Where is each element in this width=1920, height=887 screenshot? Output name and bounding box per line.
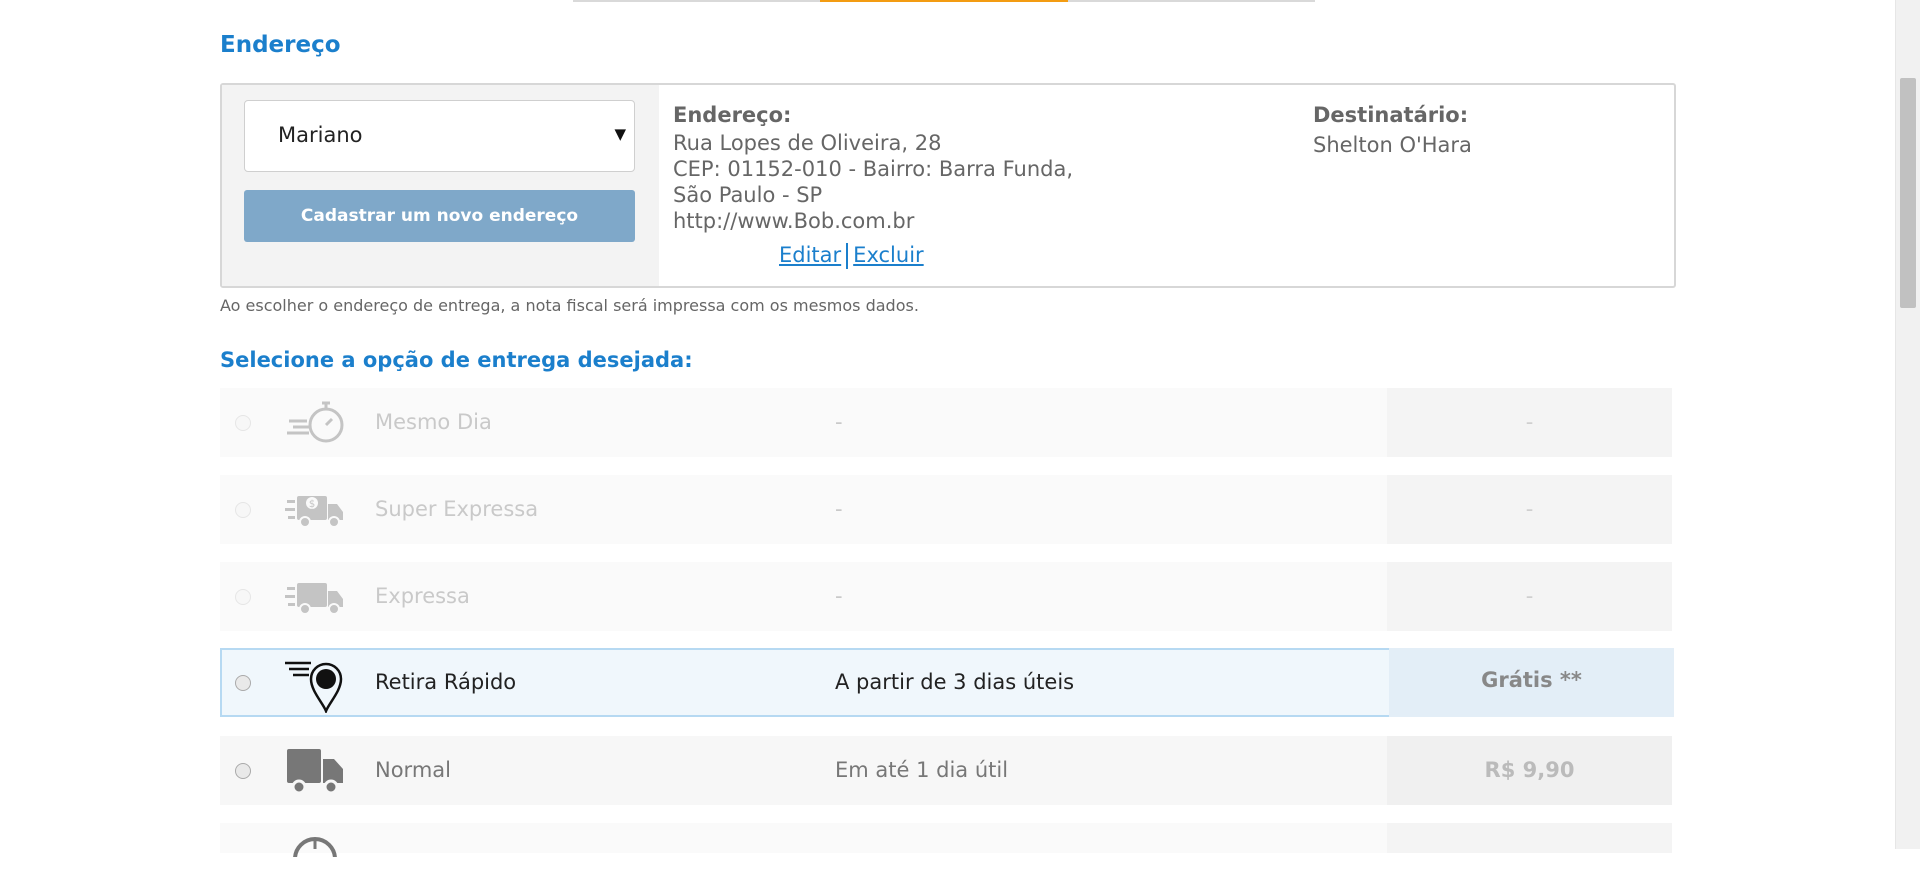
shipping-option-price: - xyxy=(1525,497,1534,521)
svg-text:$: $ xyxy=(309,499,315,510)
shipping-option-time: A partir de 3 dias úteis xyxy=(835,670,1075,694)
address-city: São Paulo - SP xyxy=(673,183,823,207)
shipping-option-retira-rapido[interactable]: Retira Rápido A partir de 3 dias úteis G… xyxy=(220,648,1674,717)
shipping-option-time: - xyxy=(835,584,843,608)
address-select[interactable]: Mariano ▼ xyxy=(244,100,635,172)
shipping-option-price: - xyxy=(1525,410,1534,434)
page-scrollbar[interactable] xyxy=(1895,0,1920,849)
address-details: Endereço: Rua Lopes de Oliveira, 28 CEP:… xyxy=(673,100,1293,234)
shipping-option-name: Normal xyxy=(375,758,451,782)
checkout-progress-bar xyxy=(573,0,1315,2)
truck-icon xyxy=(285,745,345,795)
shipping-option-time: - xyxy=(835,497,843,521)
shipping-price-cell: R$ 9,90 xyxy=(1387,736,1672,805)
recipient-label: Destinatário: xyxy=(1313,103,1469,127)
shipping-option-price: Grátis ** xyxy=(1481,668,1582,692)
new-address-button[interactable]: Cadastrar um novo endereço xyxy=(244,190,635,242)
shipping-radio-mesmo-dia xyxy=(235,415,251,431)
address-section-title: Endereço xyxy=(220,32,341,58)
shipping-radio-retira-rapido[interactable] xyxy=(235,675,251,691)
express-money-truck-icon: $ xyxy=(285,484,345,534)
shipping-price-cell: - xyxy=(1387,475,1672,544)
shipping-option-name: Expressa xyxy=(375,584,470,608)
shipping-option-name: Mesmo Dia xyxy=(375,410,492,434)
recipient-details: Destinatário: Shelton O'Hara xyxy=(1313,100,1472,160)
shipping-section-title: Selecione a opção de entrega desejada: xyxy=(220,348,693,372)
shipping-radio-super-expressa xyxy=(235,502,251,518)
edit-address-link[interactable]: Editar xyxy=(779,243,841,267)
address-actions: Editar Excluir xyxy=(779,243,924,269)
address-selector-panel: Mariano ▼ Cadastrar um novo endereço xyxy=(222,85,659,286)
checkout-progress-active-step xyxy=(820,0,1068,2)
shipping-price-cell: Grátis ** xyxy=(1389,648,1674,717)
address-url: http://www.Bob.com.br xyxy=(673,209,915,233)
shipping-option-expressa: Expressa - - xyxy=(220,562,1672,631)
shipping-option-normal[interactable]: Normal Em até 1 dia útil R$ 9,90 xyxy=(220,736,1672,805)
shipping-option-price: - xyxy=(1525,584,1534,608)
recipient-name: Shelton O'Hara xyxy=(1313,133,1472,157)
shipping-option-time: Em até 1 dia útil xyxy=(835,758,1009,782)
shipping-option-price: R$ 9,90 xyxy=(1484,758,1575,782)
link-separator xyxy=(846,243,849,269)
clock-icon xyxy=(285,837,345,887)
shipping-option-name: Super Expressa xyxy=(375,497,539,521)
shipping-option-name: Retira Rápido xyxy=(375,670,517,694)
scrollbar-thumb[interactable] xyxy=(1900,78,1916,308)
pickup-location-pin-icon xyxy=(285,657,345,715)
shipping-radio-normal[interactable] xyxy=(235,763,251,779)
invoice-note: Ao escolher o endereço de entrega, a not… xyxy=(220,296,919,315)
shipping-price-cell: - xyxy=(1387,562,1672,631)
address-cep: CEP: 01152-010 - Bairro: Barra Funda, xyxy=(673,157,1074,181)
shipping-option-super-expressa: $ Super Expressa - - xyxy=(220,475,1672,544)
delete-address-link[interactable]: Excluir xyxy=(853,243,924,267)
stopwatch-icon xyxy=(285,397,345,447)
caret-down-icon: ▼ xyxy=(614,125,626,143)
shipping-option-mesmo-dia: Mesmo Dia - - xyxy=(220,388,1672,457)
address-label: Endereço: xyxy=(673,103,792,127)
fast-truck-icon xyxy=(285,571,345,621)
address-box: Mariano ▼ Cadastrar um novo endereço End… xyxy=(220,83,1676,288)
address-street: Rua Lopes de Oliveira, 28 xyxy=(673,131,942,155)
shipping-option-time: - xyxy=(835,410,843,434)
shipping-price-cell: - xyxy=(1387,388,1672,457)
shipping-radio-expressa xyxy=(235,589,251,605)
address-select-value: Mariano xyxy=(278,123,363,147)
